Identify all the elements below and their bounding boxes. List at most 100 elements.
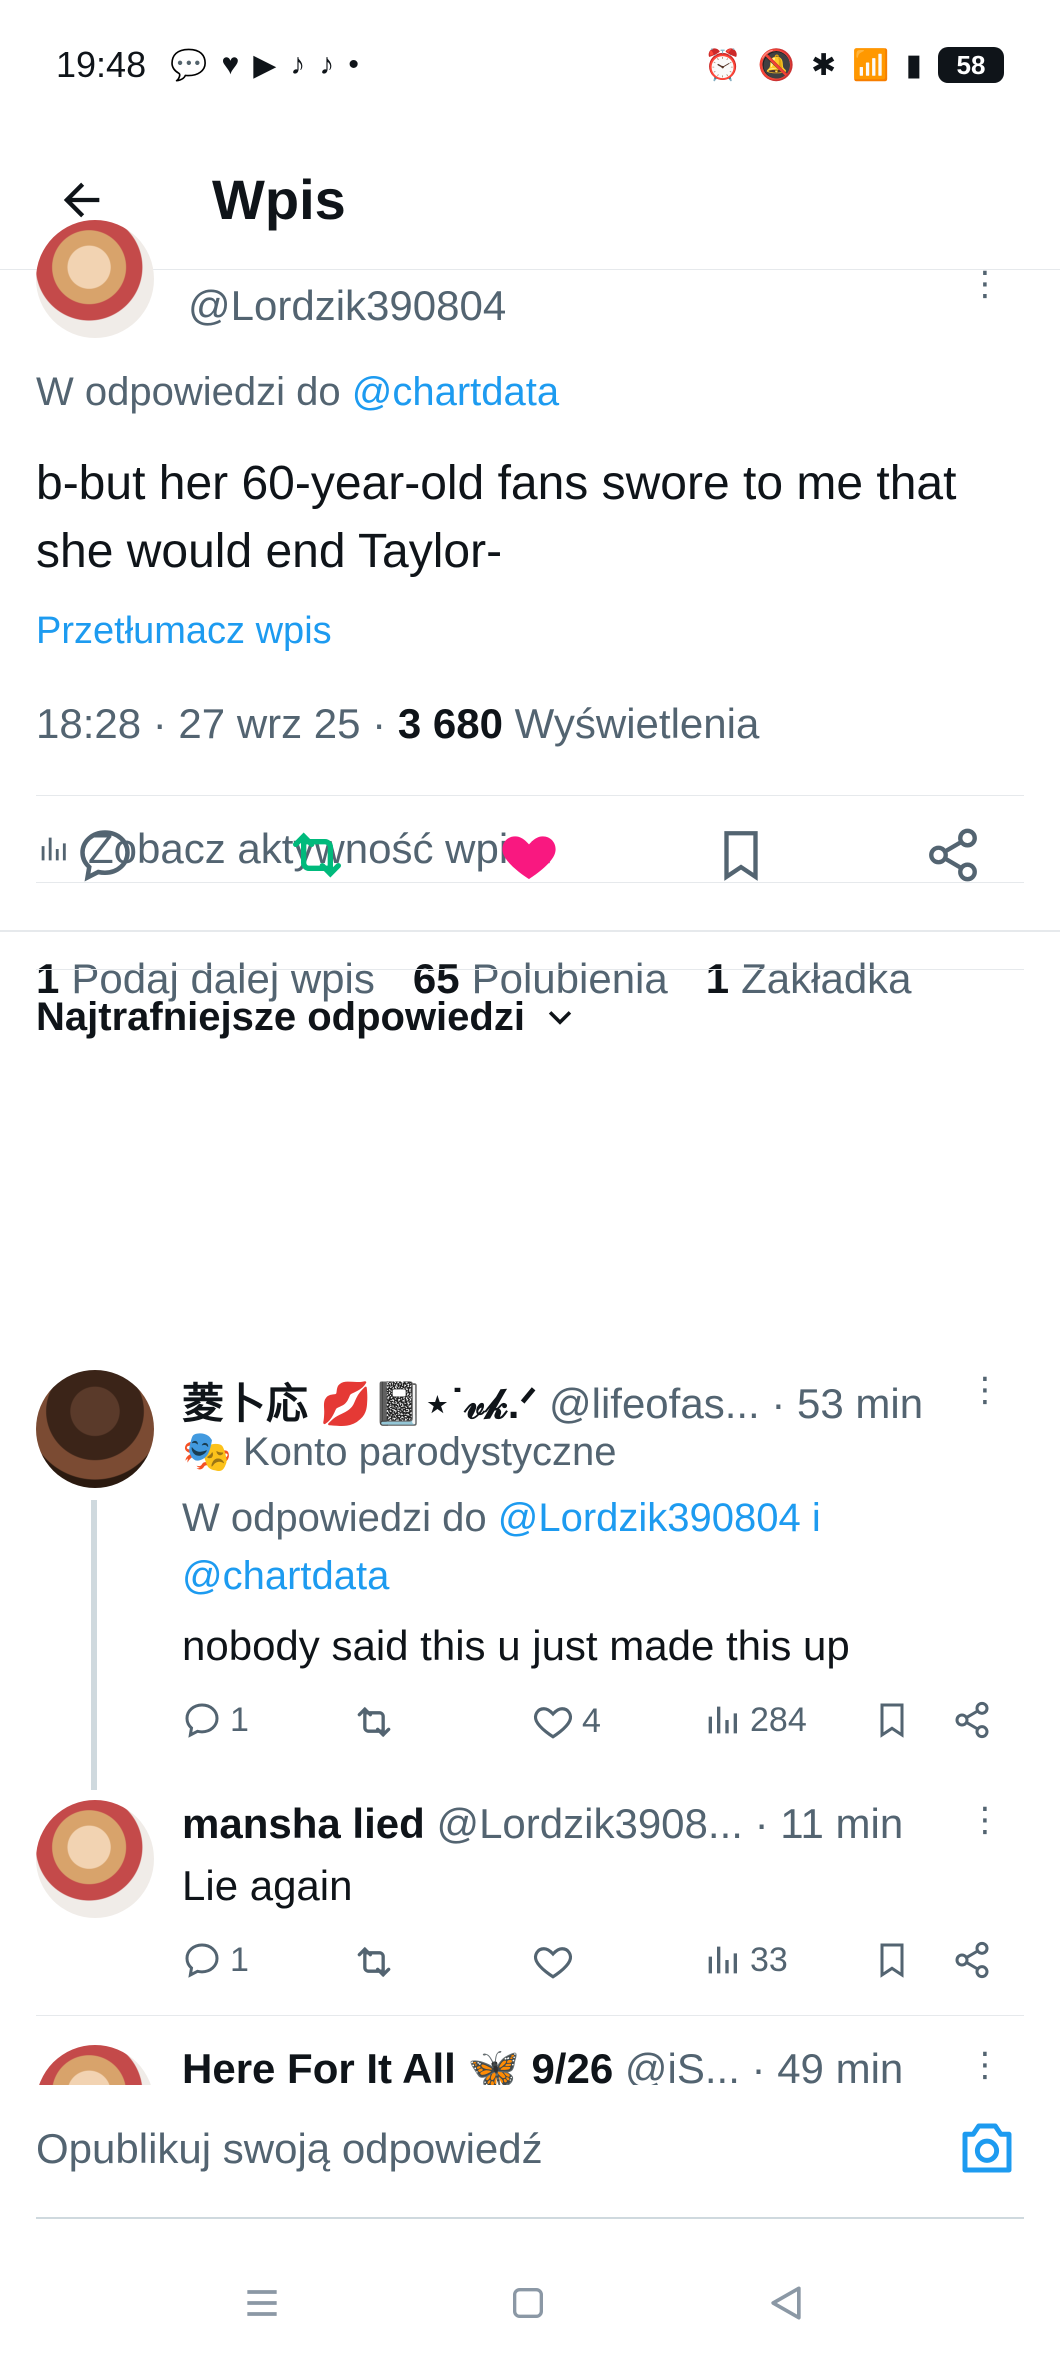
reply-handle[interactable]: @iS... — [625, 2045, 740, 2085]
recent-apps-button[interactable] — [232, 2273, 292, 2333]
reply-button[interactable]: 1 — [182, 1700, 249, 1740]
post-handle[interactable]: @Lordzik390804 — [188, 282, 506, 330]
alarm-icon: ⏰ — [704, 48, 742, 82]
reply-time: · 49 min — [751, 2045, 904, 2085]
share-button[interactable] — [952, 1940, 992, 1980]
top-bar: Wpis — [0, 130, 1060, 270]
arrow-left-icon — [63, 182, 100, 217]
more-icon[interactable]: ⋮ — [968, 1800, 1002, 1840]
avatar[interactable] — [36, 1370, 154, 1488]
share-icon — [929, 828, 977, 882]
home-button[interactable] — [498, 2273, 558, 2333]
tiktok-icon: ♪ — [319, 48, 335, 81]
reply-header: mansha lied @Lordzik3908... · 11 min — [182, 1800, 982, 1848]
camera-icon — [962, 2123, 1012, 2173]
views-button[interactable]: 33 — [702, 1940, 788, 1980]
status-time: 19:48 — [56, 44, 147, 85]
message-icon: 💬 — [170, 48, 208, 82]
tiktok-icon: ♪ — [290, 48, 306, 81]
repost-button[interactable] — [282, 820, 352, 890]
reply-item[interactable]: 菱卜応 💋📓⋆˙𝓋𝓀.ᐟ @lifeofas... · 53 min ⋮ 🎭 K… — [0, 1370, 1060, 1790]
back-nav-button[interactable] — [756, 2273, 816, 2333]
like-button[interactable] — [532, 1940, 574, 1982]
reply-to-link[interactable]: @Lordzik390804 i — [498, 1496, 821, 1540]
post-text: b-but her 60-year-old fans swore to me t… — [36, 457, 957, 578]
chevron-down-icon — [548, 1010, 572, 1025]
comment-icon — [185, 1703, 219, 1738]
signal-icon: ▮ — [905, 48, 922, 82]
divider — [36, 2015, 1024, 2016]
more-icon[interactable]: ⋮ — [968, 1370, 1002, 1410]
reply-handle[interactable]: @lifeofas... — [549, 1380, 760, 1427]
more-icon[interactable]: ⋮ — [968, 264, 1002, 304]
bookmark-icon — [724, 831, 758, 881]
reply-input[interactable]: Opublikuj swoją odpowiedź — [36, 2125, 543, 2173]
avatar[interactable] — [36, 2045, 154, 2085]
analytics-icon — [708, 1706, 737, 1734]
bookmark-button[interactable] — [872, 1700, 912, 1740]
avatar[interactable] — [36, 1800, 154, 1918]
comment-icon — [80, 830, 130, 882]
reply-to-link[interactable]: @chartdata — [352, 370, 559, 414]
reply-actions: 1 4 284 — [182, 1700, 1012, 1760]
reply-button[interactable]: 1 — [182, 1940, 249, 1980]
repost-icon — [357, 1946, 391, 1978]
square-icon — [513, 2288, 543, 2318]
reply-text: Lie again — [182, 1862, 353, 1909]
repost-button[interactable] — [352, 1940, 396, 1984]
dot-icon: • — [348, 48, 359, 81]
reply-time: · 53 min — [771, 1380, 924, 1427]
heart-filled-icon — [502, 836, 556, 879]
reply-to-line: W odpowiedzi do @chartdata — [36, 370, 560, 414]
bluetooth-icon: ✱ — [810, 48, 837, 82]
share-button[interactable] — [918, 820, 988, 890]
reply-header: Here For It All 🦋 9/26 @iS... · 49 min — [182, 2045, 982, 2085]
reply-item[interactable]: Here For It All 🦋 9/26 @iS... · 49 min ⋮ — [0, 2045, 1060, 2085]
repost-icon — [357, 1706, 391, 1738]
share-icon — [955, 1701, 989, 1739]
parody-badge: 🎭 Konto parodystyczne — [182, 1430, 617, 1474]
wifi-icon: 📶 — [852, 48, 890, 82]
battery-icon: 58 — [938, 47, 1004, 83]
views-button[interactable]: 284 — [702, 1700, 807, 1740]
page-title: Wpis — [212, 168, 346, 231]
reply-handle[interactable]: @Lordzik3908... — [436, 1800, 742, 1847]
more-icon[interactable]: ⋮ — [968, 2045, 1002, 2085]
reply-to-line: W odpowiedzi do @Lordzik390804 i — [182, 1496, 821, 1540]
reply-header: 菱卜応 💋📓⋆˙𝓋𝓀.ᐟ @lifeofas... · 53 min — [182, 1370, 982, 1431]
divider — [36, 2217, 1024, 2219]
thread-line — [91, 1500, 97, 1790]
reply-to-link[interactable]: @chartdata — [182, 1554, 389, 1598]
bookmark-button[interactable] — [706, 820, 776, 890]
system-nav-bar — [0, 2225, 1060, 2367]
share-button[interactable] — [952, 1700, 992, 1740]
bookmark-button[interactable] — [872, 1940, 912, 1980]
share-icon — [955, 1941, 989, 1979]
reply-button[interactable] — [70, 820, 140, 890]
bookmarks-stat[interactable]: 1 Zakładka — [706, 955, 912, 1003]
reply-actions: 1 33 — [182, 1940, 1012, 2000]
bookmark-icon — [880, 1703, 904, 1738]
reply-item[interactable]: mansha lied @Lordzik3908... · 11 min ⋮ L… — [0, 1800, 1060, 2015]
heart-icon — [533, 1707, 573, 1739]
reply-name[interactable]: Here For It All 🦋 9/26 — [182, 2045, 613, 2085]
avatar[interactable] — [36, 220, 154, 338]
replies-sort-dropdown[interactable]: Najtrafniejsze odpowiedzi — [36, 995, 577, 1040]
like-button[interactable]: 4 — [532, 1700, 601, 1742]
reply-time: · 11 min — [754, 1800, 904, 1847]
reply-text: nobody said this u just made this up — [182, 1622, 850, 1669]
triangle-back-icon — [771, 2286, 801, 2320]
post-meta: 18:28 · 27 wrz 25 · 3 680 Wyświetlenia — [36, 700, 760, 747]
analytics-icon — [708, 1946, 737, 1974]
camera-button[interactable] — [954, 2115, 1020, 2181]
mask-icon: 🎭 — [182, 1430, 232, 1474]
like-button[interactable] — [494, 820, 564, 890]
mute-icon: 🔕 — [757, 48, 795, 82]
repost-button[interactable] — [352, 1700, 396, 1744]
heart-icon: ♥ — [221, 48, 240, 81]
reply-name[interactable]: mansha lied — [182, 1800, 425, 1847]
comment-icon — [185, 1943, 219, 1978]
translate-link[interactable]: Przetłumacz wpis — [36, 610, 332, 653]
reply-name[interactable]: 菱卜応 💋📓⋆˙𝓋𝓀.ᐟ — [182, 1380, 537, 1427]
status-bar: 19:48 💬 ♥ ▶ ♪ ♪ • ⏰ 🔕 ✱ 📶 ▮ 58 — [0, 0, 1060, 130]
